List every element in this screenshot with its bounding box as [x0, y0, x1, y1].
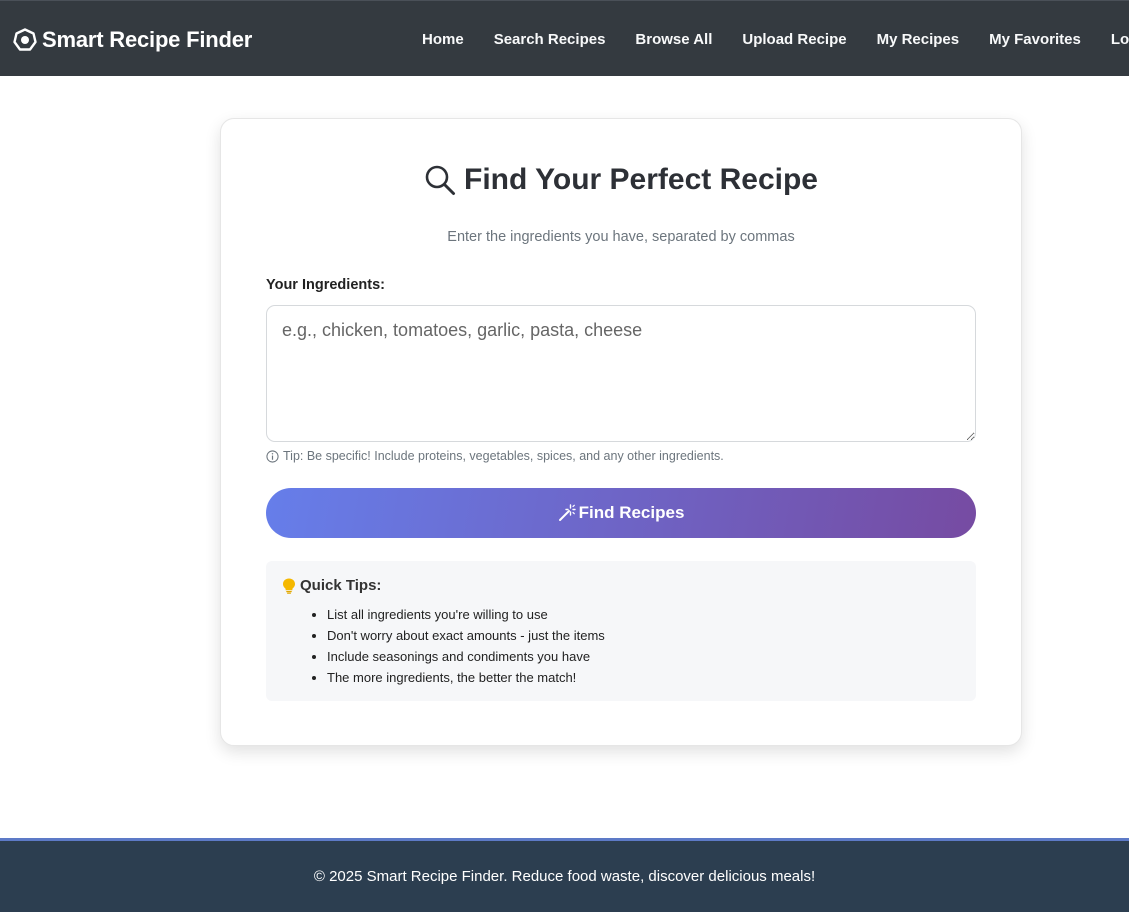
ingredients-tip: Tip: Be specific! Include proteins, vege…	[266, 449, 724, 463]
lightbulb-icon	[283, 578, 295, 594]
title-text: Find Your Perfect Recipe	[464, 163, 818, 196]
search-card: Find Your Perfect Recipe Enter the ingre…	[220, 118, 1022, 746]
quick-tips-box: Quick Tips: List all ingredients you're …	[266, 561, 976, 701]
find-recipes-label: Find Recipes	[578, 503, 685, 522]
magic-wand-icon	[558, 504, 576, 521]
ingredients-input[interactable]	[266, 305, 976, 442]
nav-logout[interactable]: Logout	[1096, 31, 1129, 48]
search-icon	[425, 165, 455, 195]
quick-tips-heading: Quick Tips:	[282, 577, 960, 594]
page-footer: © 2025 Smart Recipe Finder. Reduce food …	[0, 838, 1129, 912]
tip-text: Tip: Be specific! Include proteins, vege…	[283, 449, 724, 463]
list-item: Include seasonings and condiments you ha…	[327, 646, 960, 667]
brand-name: Smart Recipe Finder	[42, 27, 253, 52]
ingredients-label: Your Ingredients:	[266, 277, 385, 293]
page-title: Find Your Perfect Recipe	[221, 163, 1021, 197]
nav-my-recipes[interactable]: My Recipes	[862, 31, 975, 48]
nav-links: Home Search Recipes Browse All Upload Re…	[408, 1, 1129, 77]
quick-tips-list: List all ingredients you're willing to u…	[282, 604, 960, 688]
top-navbar: Smart Recipe Finder Home Search Recipes …	[0, 0, 1129, 76]
quick-tips-title: Quick Tips:	[300, 577, 382, 594]
list-item: List all ingredients you're willing to u…	[327, 604, 960, 625]
egg-icon	[13, 28, 37, 51]
list-item: Don't worry about exact amounts - just t…	[327, 625, 960, 646]
nav-upload-recipe[interactable]: Upload Recipe	[727, 31, 861, 48]
brand-link[interactable]: Smart Recipe Finder	[13, 27, 252, 53]
subtitle: Enter the ingredients you have, separate…	[447, 229, 795, 245]
nav-my-favorites[interactable]: My Favorites	[974, 31, 1096, 48]
nav-browse-all[interactable]: Browse All	[620, 31, 727, 48]
list-item: The more ingredients, the better the mat…	[327, 667, 960, 688]
find-recipes-button[interactable]: Find Recipes	[266, 488, 976, 538]
nav-search-recipes[interactable]: Search Recipes	[479, 31, 621, 48]
info-icon	[266, 449, 279, 463]
footer-text: © 2025 Smart Recipe Finder. Reduce food …	[313, 868, 816, 885]
nav-home[interactable]: Home	[408, 31, 479, 48]
